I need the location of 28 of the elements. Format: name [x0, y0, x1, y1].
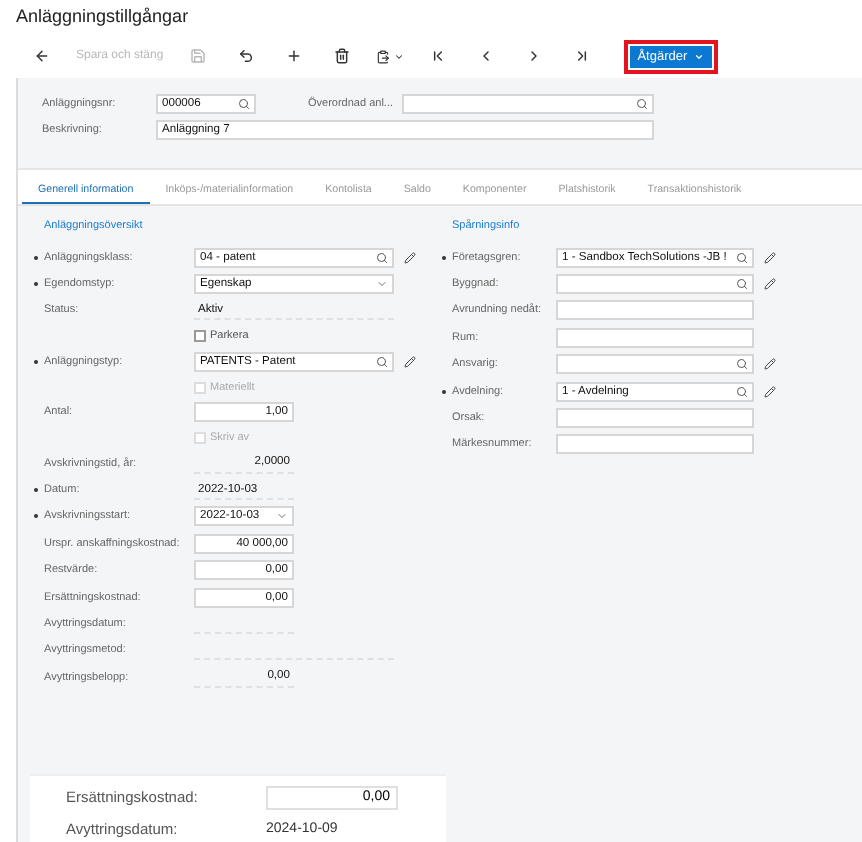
pencil-icon[interactable] — [404, 355, 416, 368]
caret-icon — [276, 510, 288, 523]
search-icon[interactable] — [736, 358, 748, 371]
input-field[interactable] — [556, 327, 754, 348]
input-field[interactable] — [556, 300, 754, 321]
search-icon[interactable] — [736, 278, 748, 291]
lookup-field[interactable] — [556, 354, 754, 375]
pencil-icon[interactable] — [764, 358, 776, 371]
page-title: Anläggningstillgångar — [14, 4, 191, 30]
search-icon[interactable] — [376, 251, 388, 264]
pencil-icon[interactable] — [764, 385, 776, 398]
pencil-icon[interactable] — [764, 278, 776, 291]
lookup-field[interactable] — [402, 94, 654, 114]
checkbox[interactable] — [194, 330, 206, 343]
input-field[interactable] — [556, 434, 754, 455]
caret-icon — [393, 51, 404, 61]
input-field[interactable] — [556, 408, 754, 429]
pencil-icon[interactable] — [764, 251, 776, 264]
search-icon[interactable] — [736, 385, 748, 398]
search-icon[interactable] — [376, 355, 388, 368]
pencil-icon[interactable] — [404, 251, 416, 264]
clipboard-icon — [375, 49, 390, 63]
lookup-field[interactable] — [556, 274, 754, 295]
caret-icon — [376, 278, 388, 291]
search-icon[interactable] — [238, 98, 250, 110]
search-icon[interactable] — [736, 251, 748, 264]
caret-icon — [693, 51, 704, 61]
search-icon[interactable] — [636, 98, 648, 110]
